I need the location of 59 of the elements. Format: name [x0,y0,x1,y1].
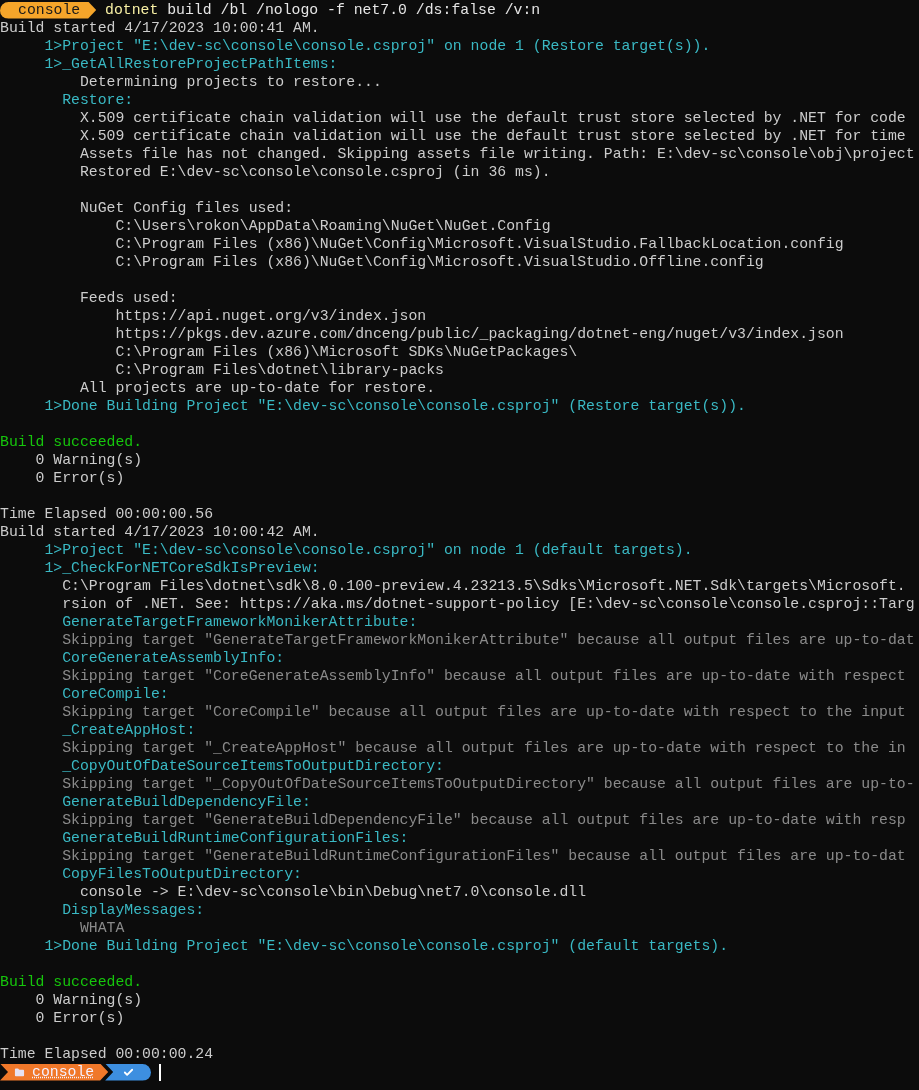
output-line: Feeds used: [78,290,178,306]
output-line: Build succeeded. [0,434,143,450]
output-line: C:\Program Files (x86)\NuGet\Config\Microsoft.VisualStudio.Offline.config [114,254,764,270]
output-line: NuGet Config files used: [78,200,294,216]
output-line: _CreateAppHost: [61,722,196,738]
output-line: C:\Users\rokon\AppData\Roaming\NuGet\NuGet.Config [114,218,551,234]
prompt-segment: console [0,1,97,19]
output-line: 0 Error(s) [34,470,125,486]
output-line: console -> E:\dev-sc\console\bin\Debug\net7.0\console.dll [78,884,587,900]
output-line: CoreGenerateAssemblyInfo: [61,650,285,666]
text-cursor [159,1063,162,1081]
output-line: 1>Done Building Project "E:\dev-sc\console\console.csproj" (Restore target(s)). [43,398,746,414]
output-line: 1>Project "E:\dev-sc\console\console.csproj" on node 1 (Restore target(s)). [43,38,711,54]
output-line: Skipping target "GenerateTargetFrameworkMonikerAttribute" because all output files are up-to-dat [61,632,915,648]
output-line: All projects are up-to-date for restore. [78,380,436,396]
output-line: 0 Error(s) [34,1010,125,1026]
folder-icon [14,1066,25,1078]
output-line: Skipping target "GenerateBuildRuntimeConfigurationFiles" because all output files are up-to-dat [61,848,906,864]
output-line: GenerateTargetFrameworkMonikerAttribute: [61,614,418,630]
output-line: WHATA [78,920,125,936]
output-line: Build started 4/17/2023 10:00:42 AM. [0,524,320,540]
check-icon [122,1066,134,1078]
output-line: Skipping target "CoreCompile" because all output files are up-to-date with respect to the input [61,704,906,720]
output-line: Restored E:\dev-sc\console\console.csproj (in 36 ms). [78,164,551,180]
prompt-directory: console [32,1063,95,1081]
output-line: GenerateBuildRuntimeConfigurationFiles: [61,830,409,846]
output-line: _CopyOutOfDateSourceItemsToOutputDirectory: [61,758,444,774]
output-line: https://pkgs.dev.azure.com/dnceng/public/_packaging/dotnet-eng/nuget/v3/index.json [114,326,844,342]
output-line: C:\Program Files\dotnet\library-packs [114,362,444,378]
output-line: https://api.nuget.org/v3/index.json [114,308,427,324]
output-line: Time Elapsed 00:00:00.24 [0,1046,214,1062]
output-line: GenerateBuildDependencyFile: [61,794,311,810]
output-line: C:\Program Files (x86)\Microsoft SDKs\NuGetPackages\ [114,344,578,360]
output-line: C:\Program Files (x86)\NuGet\Config\Microsoft.VisualStudio.FallbackLocation.config [114,236,844,252]
output-line: Restore: [61,92,134,108]
output-line: 0 Warning(s) [34,992,143,1008]
output-line: Assets file has not changed. Skipping assets file writing. Path: E:\dev-sc\console\obj\project [78,146,915,162]
output-line: Build succeeded. [0,974,143,990]
output-line: Skipping target "_CopyOutOfDateSourceItemsToOutputDirectory" because all output files are up-to- [61,776,915,792]
output-line: Skipping target "_CreateAppHost" because all output files are up-to-date with respect to the in [61,740,906,756]
output-line: Time Elapsed 00:00:00.56 [0,506,214,522]
output-line: 1>_GetAllRestoreProjectPathItems: [43,56,338,72]
output-line: Build started 4/17/2023 10:00:41 AM. [0,20,320,36]
output-line: X.509 certificate chain validation will use the default trust store selected by .NET for code [78,110,906,126]
output-line: Skipping target "GenerateBuildDependencyFile" because all output files are up-to-date with resp [61,812,906,828]
output-line: 0 Warning(s) [34,452,143,468]
output-line: 1>Project "E:\dev-sc\console\console.csproj" on node 1 (default targets). [43,542,693,558]
command-arguments: build /bl /nologo -f net7.0 /ds:false /v:n [167,1,541,19]
output-line: CoreCompile: [61,686,169,702]
output-line: 1>_CheckForNETCoreSdkIsPreview: [43,560,320,576]
output-line: rsion of .NET. See: https://aka.ms/dotnet-support-policy [E:\dev-sc\console\console.csproj::Targ [61,596,915,612]
output-line: 1>Done Building Project "E:\dev-sc\console\console.csproj" (default targets). [43,938,729,954]
output-line: DisplayMessages: [61,902,205,918]
output-line: Determining projects to restore... [78,74,382,90]
command-name: dotnet [105,1,159,19]
output-line: Skipping target "CoreGenerateAssemblyInfo" because all output files are up-to-date with respect [61,668,906,684]
output-line: X.509 certificate chain validation will use the default trust store selected by .NET for time [78,128,906,144]
output-line: CopyFilesToOutputDirectory: [61,866,302,882]
output-line: C:\Program Files\dotnet\sdk\8.0.100-preview.4.23213.5\Sdks\Microsoft.NET.Sdk\targets\Microsoft. [61,578,906,594]
